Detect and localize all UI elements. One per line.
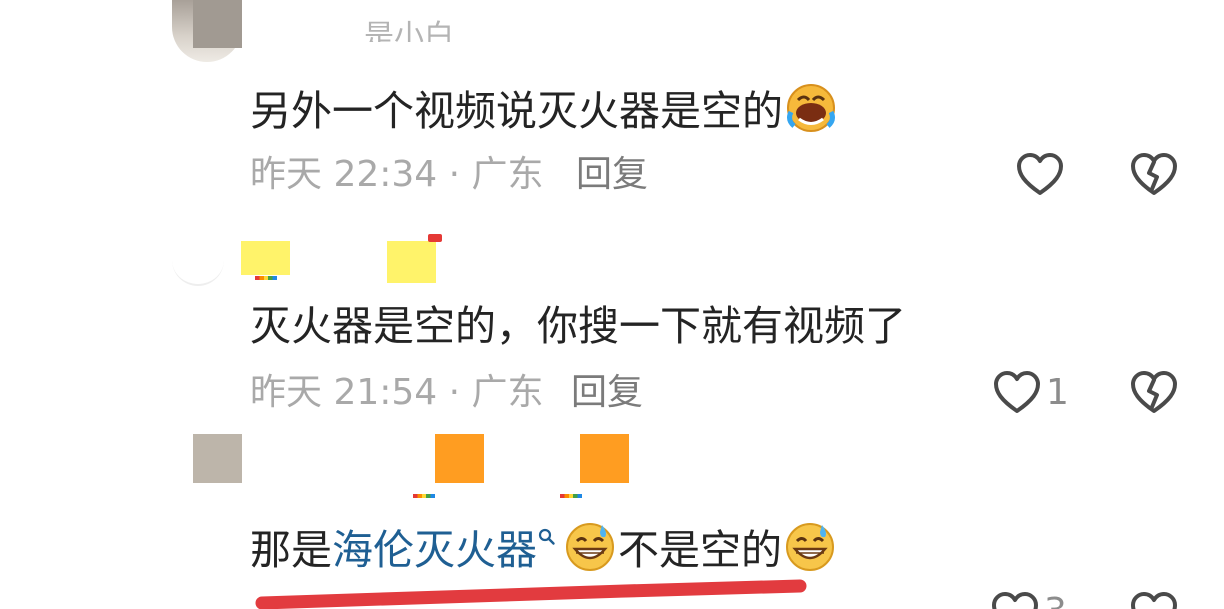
heart-outline-icon	[992, 592, 1038, 609]
comment-3-dislike-button[interactable]	[1130, 591, 1178, 609]
red-underline-annotation	[255, 579, 807, 609]
comment-3-like-button[interactable]	[991, 591, 1039, 609]
comment-3-like-count: 3	[1044, 592, 1067, 609]
broken-heart-icon	[1131, 592, 1177, 609]
